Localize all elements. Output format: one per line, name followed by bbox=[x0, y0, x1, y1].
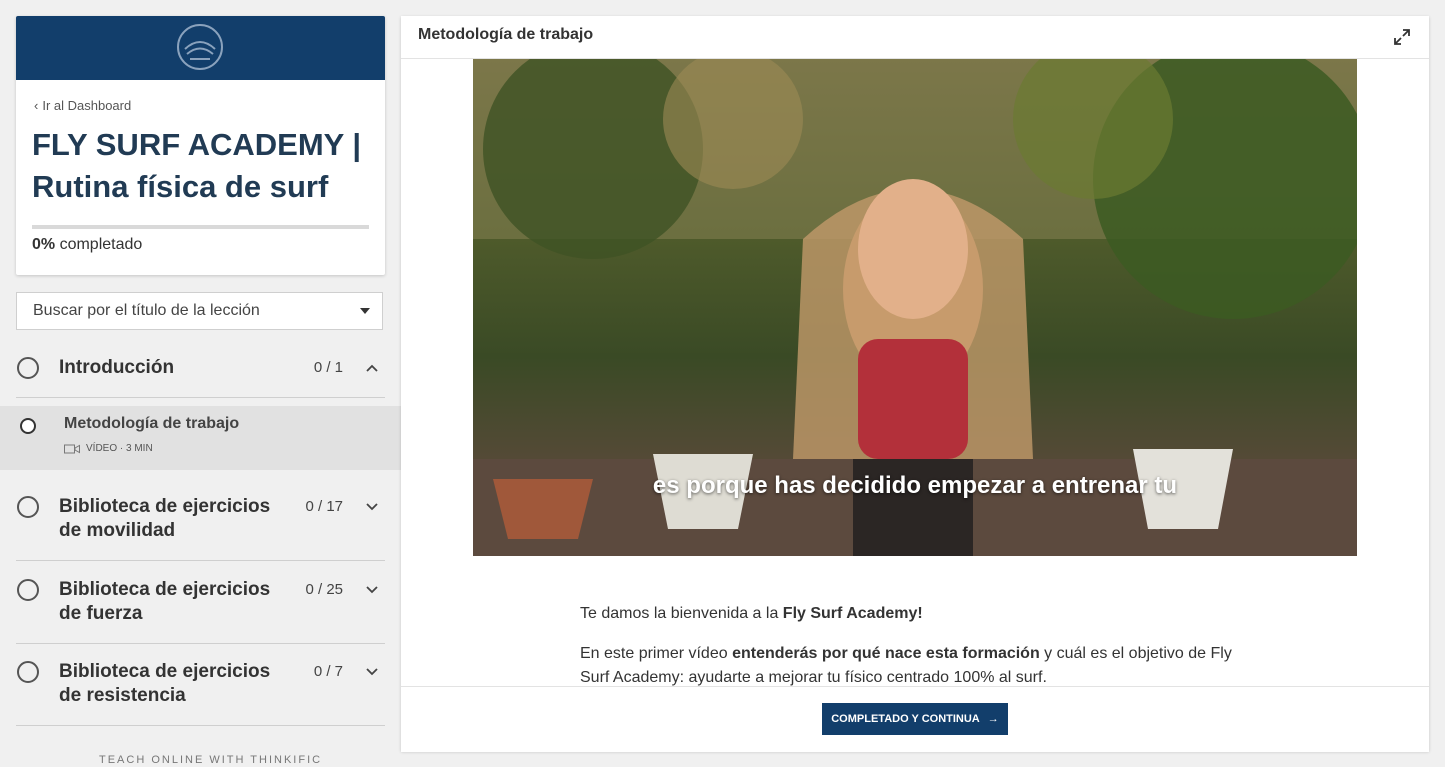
chapter-count: 0 / 25 bbox=[305, 581, 343, 598]
progress-bar bbox=[32, 225, 369, 229]
chapter-count: 0 / 1 bbox=[313, 359, 343, 376]
chevron-left-icon: ‹ bbox=[34, 98, 39, 113]
chapter-title: Biblioteca de ejercicios de movilidad bbox=[59, 496, 271, 541]
fullscreen-expand-icon[interactable] bbox=[1393, 28, 1411, 46]
chapter-title: Introducción bbox=[59, 357, 175, 378]
lesson-title: Metodología de trabajo bbox=[64, 415, 240, 432]
chapter-count: 0 / 17 bbox=[305, 498, 343, 515]
lesson-item-active[interactable]: Metodología de trabajo VÍDEO · 3 MIN bbox=[0, 406, 401, 470]
video-player[interactable]: es porque has decidido empezar a entrena… bbox=[473, 59, 1357, 556]
chapter-title: Biblioteca de ejercicios de fuerza bbox=[59, 579, 271, 624]
lesson-header: Metodología de trabajo bbox=[401, 16, 1429, 59]
lesson-heading: Metodología de trabajo bbox=[418, 26, 594, 43]
back-to-dashboard-link[interactable]: ‹ Ir al Dashboard bbox=[34, 98, 131, 113]
chapter-status-icon bbox=[17, 496, 39, 518]
video-camera-icon bbox=[64, 444, 80, 453]
lesson-status-icon bbox=[20, 418, 36, 434]
lesson-search-input[interactable] bbox=[33, 302, 343, 320]
chapter-count: 0 / 7 bbox=[313, 663, 343, 680]
chapter-introduccion[interactable]: Introducción 0 / 1 bbox=[16, 346, 385, 398]
lesson-footer: COMPLETADO Y CONTINUA → bbox=[401, 686, 1429, 752]
chapter-movilidad[interactable]: Biblioteca de ejercicios de movilidad 0 … bbox=[16, 486, 385, 561]
lesson-meta-text: VÍDEO · 3 MIN bbox=[86, 443, 153, 454]
complete-button-label: COMPLETADO Y CONTINUA bbox=[831, 713, 980, 725]
paragraph-text: En este primer vídeo bbox=[580, 645, 733, 662]
chapter-status-icon bbox=[17, 357, 39, 379]
complete-and-continue-button[interactable]: COMPLETADO Y CONTINUA → bbox=[822, 703, 1008, 735]
video-caption: es porque has decidido empezar a entrena… bbox=[652, 472, 1178, 499]
course-title: FLY SURF ACADEMY | Rutina física de surf bbox=[32, 127, 362, 204]
paragraph-text: Te damos la bienvenida a la bbox=[580, 605, 783, 622]
chapter-status-icon bbox=[17, 661, 39, 683]
caret-down-icon[interactable] bbox=[360, 308, 370, 314]
progress-suffix: completado bbox=[59, 236, 143, 253]
paragraph: Te damos la bienvenida a la Fly Surf Aca… bbox=[580, 602, 1240, 626]
powered-by-footer[interactable]: TEACH ONLINE WITH THINKIFIC bbox=[99, 754, 322, 766]
fly-surf-logo bbox=[177, 24, 223, 70]
lesson-content-panel: Metodología de trabajo es porque has dec… bbox=[401, 16, 1429, 752]
progress-text: 0% completado bbox=[32, 236, 142, 254]
lesson-search[interactable] bbox=[16, 292, 383, 330]
course-card: ‹ Ir al Dashboard FLY SURF ACADEMY | Rut… bbox=[16, 16, 385, 275]
progress-percent: 0% bbox=[32, 236, 56, 253]
chevron-down-icon[interactable] bbox=[363, 498, 381, 516]
chapter-resistencia[interactable]: Biblioteca de ejercicios de resistencia … bbox=[16, 651, 385, 726]
chapter-status-icon bbox=[17, 579, 39, 601]
back-link-label: Ir al Dashboard bbox=[42, 98, 132, 113]
course-banner bbox=[16, 16, 385, 80]
lesson-meta: VÍDEO · 3 MIN bbox=[64, 443, 153, 454]
chevron-down-icon[interactable] bbox=[363, 581, 381, 599]
paragraph-bold: Fly Surf Academy! bbox=[782, 605, 923, 622]
chapter-fuerza[interactable]: Biblioteca de ejercicios de fuerza 0 / 2… bbox=[16, 569, 385, 644]
chevron-up-icon[interactable] bbox=[363, 359, 381, 377]
paragraph-bold: entenderás por qué nace esta formación bbox=[732, 645, 1040, 662]
paragraph: En este primer vídeo entenderás por qué … bbox=[580, 642, 1240, 690]
chevron-down-icon[interactable] bbox=[363, 663, 381, 681]
arrow-right-icon: → bbox=[987, 713, 999, 725]
chapter-title: Biblioteca de ejercicios de resistencia bbox=[59, 661, 271, 706]
